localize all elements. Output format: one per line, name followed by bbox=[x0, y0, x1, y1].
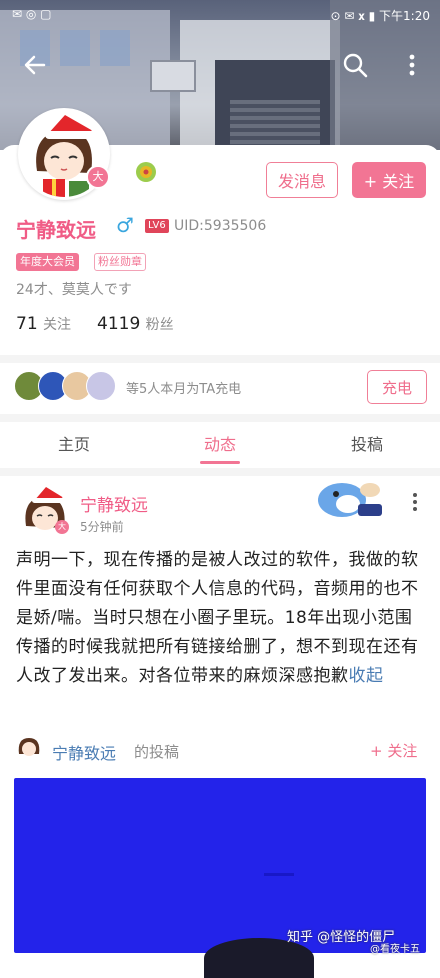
vertical-dots-icon bbox=[413, 493, 417, 511]
following-count: 71 bbox=[16, 314, 38, 334]
back-button[interactable] bbox=[20, 50, 50, 80]
banner-sign bbox=[150, 60, 196, 92]
level-badge: LV6 bbox=[145, 219, 169, 233]
more-button[interactable] bbox=[402, 50, 422, 80]
tab-dynamics[interactable]: 动态 bbox=[170, 431, 270, 455]
post-more-button[interactable] bbox=[405, 490, 425, 516]
followers-label: 粉丝 bbox=[145, 317, 174, 333]
post-body: 声明一下，现在传播的是被人改过的软件，我做的软件里面没有任何获取个人信息的代码，… bbox=[16, 546, 426, 691]
following-stat[interactable]: 71 关注 bbox=[16, 314, 71, 334]
send-message-button[interactable]: 发消息 bbox=[266, 162, 338, 198]
bio-text: 24才、莫莫人です bbox=[16, 282, 132, 298]
banner-stairs bbox=[230, 100, 320, 150]
post-decoration bbox=[310, 476, 388, 522]
followers-stat[interactable]: 4119 粉丝 bbox=[97, 314, 174, 334]
gender-male-icon: ♂ bbox=[116, 213, 134, 237]
repost-suffix: 的投稿 bbox=[134, 743, 180, 761]
verified-badge: 大 bbox=[86, 165, 110, 189]
collapse-link[interactable]: 收起 bbox=[349, 666, 384, 686]
repost-media-mark bbox=[264, 873, 294, 876]
search-icon bbox=[343, 53, 368, 78]
arrow-left-icon bbox=[24, 55, 46, 75]
search-button[interactable] bbox=[340, 50, 370, 80]
verified-badge: 大 bbox=[55, 520, 69, 534]
status-left: ✉ ◎ ▢ bbox=[12, 7, 52, 21]
fan-medal-tag[interactable]: 粉丝勋章 bbox=[94, 253, 146, 271]
post-time: 5分钟前 bbox=[80, 520, 124, 534]
repost-follow-button[interactable]: + 关注 bbox=[370, 740, 417, 761]
divider bbox=[0, 468, 440, 476]
status-bar: ✉ ◎ ▢ ⊙ ✉ 𝐱 ▮ 下午1:20 bbox=[0, 0, 440, 30]
followers-count: 4119 bbox=[97, 314, 141, 334]
post-author-name[interactable]: 宁静致远 bbox=[80, 491, 148, 516]
repost-author-avatar[interactable] bbox=[16, 734, 42, 760]
tab-submissions[interactable]: 投稿 bbox=[317, 431, 417, 455]
status-right: ⊙ ✉ 𝐱 ▮ 下午1:20 bbox=[330, 9, 430, 23]
vip-tag: 年度大会员 bbox=[16, 253, 79, 271]
charge-button[interactable]: 充电 bbox=[367, 370, 427, 404]
vertical-dots-icon bbox=[409, 54, 415, 76]
username: 宁静致远 bbox=[16, 218, 96, 242]
following-label: 关注 bbox=[43, 317, 72, 333]
banner-window bbox=[60, 30, 90, 66]
tab-indicator bbox=[200, 461, 240, 464]
divider bbox=[0, 355, 440, 363]
tab-home[interactable]: 主页 bbox=[24, 431, 124, 455]
uid-label: UID:5935506 bbox=[174, 218, 267, 234]
charge-text: 等5人本月为TA充电 bbox=[126, 382, 242, 397]
charger-avatars[interactable] bbox=[14, 371, 118, 401]
avatar-illustration bbox=[18, 738, 40, 756]
charger-avatar bbox=[86, 371, 116, 401]
divider bbox=[0, 414, 440, 422]
banner-window bbox=[100, 30, 130, 66]
follow-button[interactable]: + 关注 bbox=[352, 162, 426, 198]
medal-icon bbox=[134, 160, 158, 184]
repost-author-name[interactable]: 宁静致远 bbox=[52, 740, 116, 764]
